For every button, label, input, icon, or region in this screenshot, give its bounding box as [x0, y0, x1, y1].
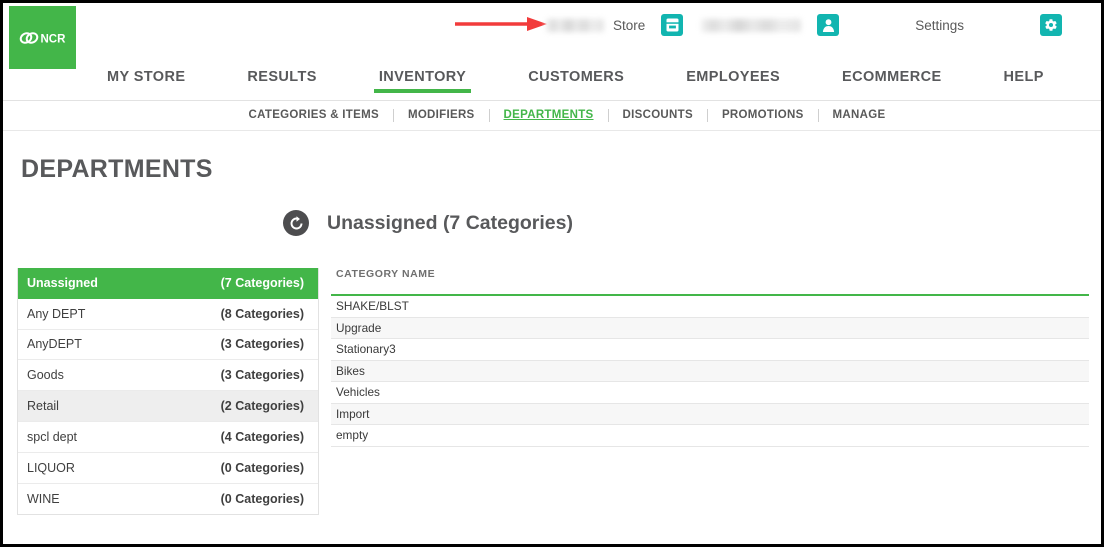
category-row[interactable]: SHAKE/BLST	[331, 296, 1089, 318]
departments-list: Unassigned (7 Categories) Any DEPT (8 Ca…	[17, 268, 319, 516]
department-name: Any DEPT	[27, 306, 86, 321]
department-row-retail[interactable]: Retail (2 Categories)	[18, 391, 318, 422]
department-name: LIQUOR	[27, 460, 75, 475]
top-header: NCR Store Settings	[3, 3, 1101, 69]
nav-item-customers[interactable]: CUSTOMERS	[528, 69, 624, 93]
department-name: Retail	[27, 399, 59, 414]
department-row-goods[interactable]: Goods (3 Categories)	[18, 360, 318, 392]
department-category-count: (0 Categories)	[220, 491, 304, 506]
department-category-count: (3 Categories)	[220, 337, 304, 352]
sub-navigation: CATEGORIES & ITEMS MODIFIERS DEPARTMENTS…	[3, 101, 1101, 131]
categories-table: CATEGORY NAME SHAKE/BLST Upgrade Station…	[331, 268, 1089, 515]
category-row[interactable]: Bikes	[331, 360, 1089, 382]
back-circle-icon[interactable]	[283, 210, 309, 236]
subnav-item-categories-and-items[interactable]: CATEGORIES & ITEMS	[235, 109, 394, 122]
category-row[interactable]: empty	[331, 425, 1089, 447]
department-row-wine[interactable]: WINE (0 Categories)	[18, 483, 318, 515]
content-area: Unassigned (7 Categories) Any DEPT (8 Ca…	[3, 268, 1101, 516]
ncr-logo[interactable]: NCR	[9, 6, 76, 69]
svg-text:NCR: NCR	[40, 33, 66, 45]
category-row[interactable]: Stationary3	[331, 339, 1089, 361]
register-icon[interactable]	[661, 14, 684, 36]
department-row-anydept[interactable]: AnyDEPT (3 Categories)	[18, 329, 318, 361]
department-category-count: (0 Categories)	[220, 460, 304, 475]
user-icon[interactable]	[817, 14, 840, 36]
main-navigation: MY STORE RESULTS INVENTORY CUSTOMERS EMP…	[3, 69, 1101, 101]
department-row-unassigned[interactable]: Unassigned (7 Categories)	[18, 268, 318, 299]
store-label: Store	[613, 17, 646, 33]
subnav-item-departments[interactable]: DEPARTMENTS	[490, 109, 609, 122]
nav-item-help[interactable]: HELP	[1004, 69, 1044, 93]
department-category-count: (4 Categories)	[220, 429, 304, 444]
category-row[interactable]: Import	[331, 403, 1089, 425]
page-title: DEPARTMENTS	[21, 155, 213, 183]
department-row-spcl-dept[interactable]: spcl dept (4 Categories)	[18, 421, 318, 453]
nav-item-employees[interactable]: EMPLOYEES	[686, 69, 780, 93]
section-title: Unassigned (7 Categories)	[327, 211, 573, 234]
department-category-count: (3 Categories)	[220, 368, 304, 383]
header-utility-bar: Store Settings	[443, 3, 1093, 47]
nav-item-my-store[interactable]: MY STORE	[107, 69, 185, 93]
department-category-count: (8 Categories)	[220, 306, 304, 321]
department-category-count: (7 Categories)	[220, 276, 304, 291]
nav-item-results[interactable]: RESULTS	[247, 69, 316, 93]
department-name: AnyDEPT	[27, 337, 82, 352]
department-name: Unassigned	[27, 276, 98, 291]
app-window: NCR Store Settings MY STORE RESULTS INVE…	[0, 0, 1104, 547]
store-name-redacted	[546, 18, 604, 32]
category-row[interactable]: Upgrade	[331, 317, 1089, 339]
nav-item-inventory[interactable]: INVENTORY	[373, 69, 472, 93]
section-heading: Unassigned (7 Categories)	[283, 210, 1101, 236]
red-arrow-annotation	[455, 17, 547, 31]
subnav-item-discounts[interactable]: DISCOUNTS	[609, 109, 708, 122]
department-row-any-dept[interactable]: Any DEPT (8 Categories)	[18, 298, 318, 330]
categories-table-header: CATEGORY NAME	[331, 268, 1089, 296]
department-row-liquor[interactable]: LIQUOR (0 Categories)	[18, 452, 318, 484]
subnav-item-manage[interactable]: MANAGE	[819, 109, 900, 122]
gear-icon[interactable]	[1040, 14, 1063, 36]
subnav-item-modifiers[interactable]: MODIFIERS	[394, 109, 490, 122]
user-name-redacted	[701, 18, 802, 32]
subnav-item-promotions[interactable]: PROMOTIONS	[708, 109, 819, 122]
department-name: WINE	[27, 491, 60, 506]
settings-label[interactable]: Settings	[915, 18, 964, 33]
category-row[interactable]: Vehicles	[331, 382, 1089, 404]
department-name: Goods	[27, 368, 64, 383]
department-name: spcl dept	[27, 429, 78, 444]
department-category-count: (2 Categories)	[220, 399, 304, 414]
nav-item-ecommerce[interactable]: ECOMMERCE	[842, 69, 941, 93]
